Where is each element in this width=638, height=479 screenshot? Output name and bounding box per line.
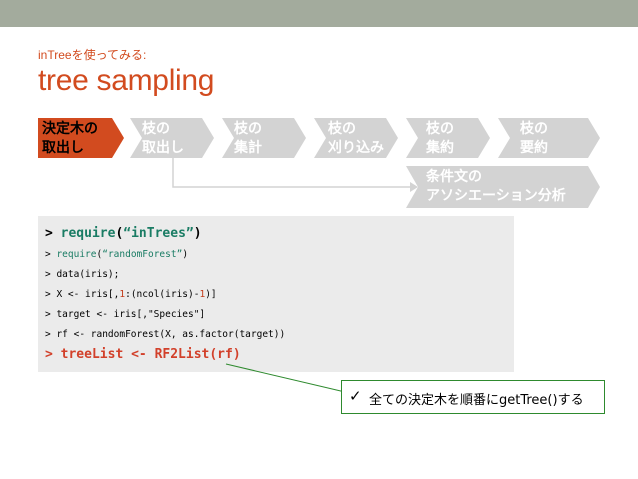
code-string: “randomForest” [102, 249, 183, 260]
step-4-line1: 枝の [328, 121, 356, 137]
step-1-line1: 決定木の [42, 121, 98, 137]
code-string: “inTrees” [123, 226, 194, 241]
code-prompt: > [45, 226, 61, 241]
step-3-line1: 枝の [234, 121, 262, 137]
code-text: > X <- iris[, [45, 289, 120, 300]
check-icon: ✓ [349, 387, 362, 405]
step-5-line2: 集約 [426, 140, 454, 156]
callout-box: ✓ 全ての決定木を順番にgetTree()する [341, 380, 605, 414]
code-text: :(ncol(iris)- [125, 289, 200, 300]
code-fn: require [60, 226, 116, 241]
branch-step-line2: アソシエーション分析 [426, 188, 566, 204]
code-prompt: > [45, 249, 57, 260]
step-5-line1: 枝の [426, 121, 454, 137]
callout-text: 全ての決定木を順番にgetTree()する [369, 393, 584, 408]
code-line-4: > X <- iris[,1:(ncol(iris)-1)] [45, 289, 217, 300]
step-6: 枝の 要約 [520, 120, 548, 158]
step-6-line2: 要約 [520, 140, 548, 156]
step-2-line1: 枝の [142, 121, 170, 137]
code-line-3: > data(iris); [45, 269, 120, 280]
code-line-7: > treeList <- RF2List(rf) [45, 347, 241, 362]
step-3-line2: 集計 [234, 140, 262, 156]
step-2: 枝の 取出し [142, 120, 184, 158]
code-line-5: > target <- iris[,"Species"] [45, 309, 206, 320]
code-line-6: > rf <- randomForest(X, as.factor(target… [45, 329, 286, 340]
step-1-line2: 取出し [42, 140, 84, 156]
step-5: 枝の 集約 [426, 120, 454, 158]
slide-title: tree sampling [38, 64, 215, 97]
slide-subtitle: inTreeを使ってみる: [38, 48, 147, 62]
branch-connector [172, 158, 416, 188]
top-bar [0, 0, 638, 27]
step-3: 枝の 集計 [234, 120, 262, 158]
step-4: 枝の 刈り込み [328, 120, 384, 158]
step-1: 決定木の 取出し [42, 120, 98, 158]
code-paren: ) [182, 249, 189, 260]
code-line-2: > require(“randomForest”) [45, 249, 188, 260]
code-line-1: > require(“inTrees”) [45, 226, 202, 241]
step-4-line2: 刈り込み [328, 140, 384, 156]
step-2-line2: 取出し [142, 140, 184, 156]
step-flow: 決定木の 取出し 枝の 取出し 枝の 集計 枝の 刈り込み 枝の 集約 枝の 要… [38, 118, 638, 213]
branch-step: 条件文の アソシエーション分析 [426, 168, 566, 206]
branch-step-line1: 条件文の [426, 169, 482, 185]
code-panel: > require(“inTrees”) > require(“randomFo… [38, 216, 514, 372]
step-shape-6 [498, 118, 600, 158]
code-paren: ) [193, 226, 202, 241]
code-fn: require [56, 249, 97, 260]
code-text: )] [205, 289, 217, 300]
step-6-line1: 枝の [520, 121, 548, 137]
